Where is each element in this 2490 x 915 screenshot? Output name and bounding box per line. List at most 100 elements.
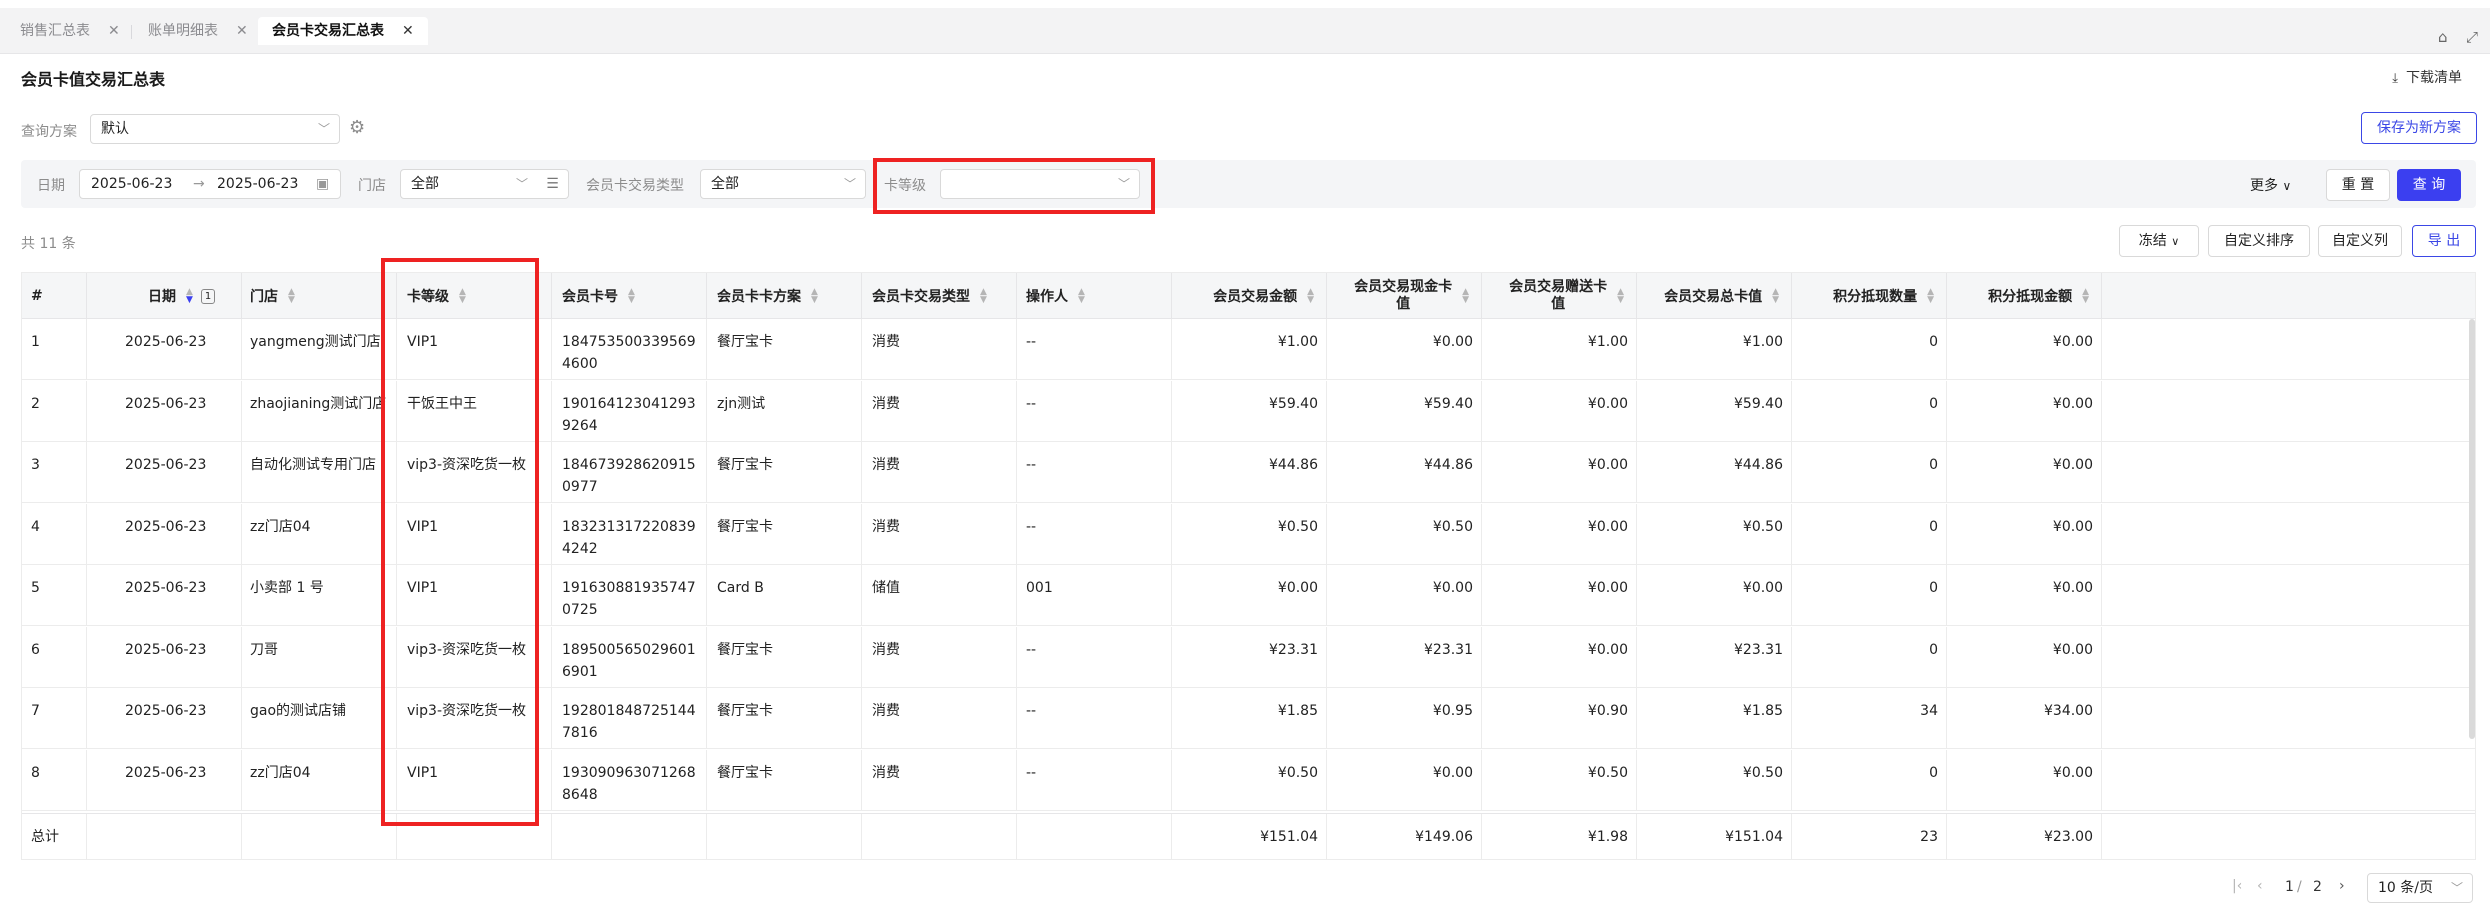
col-total[interactable]: 会员交易总卡值 ▲ ▼ [1637,273,1792,319]
cell-tx-type: 消费 [862,319,1017,380]
cell-points-amount: ¥0.00 [1947,565,2102,626]
col-amount[interactable]: 会员交易金额 ▲ ▼ [1172,273,1327,319]
freeze-button[interactable]: 冻结 ∨ [2119,225,2199,257]
cell-operator: -- [1017,442,1172,503]
total-cell-empty [552,814,707,859]
cell-date: 2025-06-23 [87,565,242,626]
store-select[interactable]: 全部 ﹀ [400,169,538,199]
col-cash[interactable]: 会员交易现金卡值 ▲ ▼ [1327,273,1482,319]
search-button[interactable]: 查 询 [2397,169,2461,201]
cell-points: 0 [1792,503,1947,565]
tab-bill-detail[interactable]: 账单明细表 ✕ [134,17,262,45]
fullscreen-icon[interactable]: ⤢ [2466,28,2478,46]
col-operator[interactable]: 操作人 ▲ ▼ [1017,273,1172,319]
sort-icon[interactable]: ▲ ▼ [1462,288,1469,305]
col-gift-label-line1: 会员交易赠送卡 [1509,279,1608,295]
tx-type-select[interactable]: 全部 ﹀ [700,169,866,199]
col-date-label: 日期 [148,289,176,305]
col-store-label: 门店 [250,289,278,305]
col-tx-type[interactable]: 会员卡交易类型 ▲ ▼ [862,273,1017,319]
sort-icon[interactable]: ▲ ▼ [2082,288,2089,305]
col-plan-label: 会员卡卡方案 [717,289,801,305]
custom-columns-button[interactable]: 自定义列 [2318,225,2402,257]
sort-icon[interactable]: ▲ ▼ [1307,288,1314,305]
sort-icon[interactable]: ▲ ▼ [980,288,987,305]
sort-icon[interactable]: ▲ ▼ [1617,288,1624,305]
cell-card-no: 1930909630712688648 [552,749,707,811]
close-icon[interactable]: ✕ [236,23,248,39]
cell-tx-type: 消费 [862,380,1017,442]
sort-icon[interactable]: ▲ ▼ [288,288,295,305]
cell-date: 2025-06-23 [87,688,242,749]
cell-gift: ¥0.90 [1482,688,1637,749]
prev-page-icon[interactable]: ‹ [2257,878,2263,894]
export-button[interactable]: 导 出 [2412,225,2476,257]
col-gift[interactable]: 会员交易赠送卡值 ▲ ▼ [1482,273,1637,319]
store-value: 全部 [411,176,439,192]
tab-bar: 销售汇总表 ✕ 账单明细表 ✕ 会员卡交易汇总表 ✕ ⌂ ⤢ [0,8,2490,54]
cell-total: ¥0.00 [1637,565,1792,626]
scheme-select[interactable]: 默认 ﹀ [90,114,340,144]
gear-icon[interactable]: ⚙ [349,117,365,138]
col-points[interactable]: 积分抵现数量 ▲ ▼ [1792,273,1947,319]
cell-points-amount: ¥0.00 [1947,442,2102,503]
cell-amount: ¥59.40 [1172,380,1327,442]
page-size-select[interactable]: 10 条/页 ﹀ [2367,873,2473,903]
sort-icon[interactable]: ▲ ▼ [1772,288,1779,305]
tab-sales-summary[interactable]: 销售汇总表 ✕ [6,17,134,45]
chevron-down-icon: ﹀ [515,177,528,191]
sort-icon[interactable]: ▲ ▼ [186,288,193,305]
col-gift-label-line2: 值 [1551,296,1566,312]
col-card-no[interactable]: 会员卡号 ▲ ▼ [552,273,707,319]
more-filters-button[interactable]: 更多 ∨ [2250,175,2291,195]
scheme-value: 默认 [101,121,129,137]
total-total: ¥151.04 [1637,814,1792,859]
tab-member-card-summary[interactable]: 会员卡交易汇总表 ✕ [258,17,428,45]
date-range-picker[interactable]: 2025-06-23 → 2025-06-23 ▣ [79,169,341,199]
close-icon[interactable]: ✕ [402,23,414,39]
total-cell-empty [87,814,242,859]
sort-icon[interactable]: ▲ ▼ [1927,288,1934,305]
tx-type-value: 全部 [711,176,739,192]
first-page-icon[interactable]: |‹ [2232,878,2242,894]
next-page-icon[interactable]: › [2339,878,2345,894]
cell-date: 2025-06-23 [87,319,242,380]
reset-button[interactable]: 重 置 [2326,169,2390,201]
vertical-scrollbar[interactable] [2469,319,2475,739]
home-icon[interactable]: ⌂ [2438,28,2448,46]
cell-points: 0 [1792,565,1947,626]
cell-points: 0 [1792,442,1947,503]
cell-gift: ¥1.00 [1482,319,1637,380]
page-current[interactable]: 1 [2285,879,2294,895]
sort-icon[interactable]: ▲ ▼ [628,288,635,305]
download-list-button[interactable]: ⤓ 下载清单 [2392,67,2462,87]
sort-icon[interactable]: ▲ ▼ [1078,288,1085,305]
custom-sort-button[interactable]: 自定义排序 [2208,225,2310,257]
cell-card-no: 1916308819357470725 [552,565,707,626]
page-sep: / [2297,879,2302,895]
scheme-label: 查询方案 [21,124,77,140]
col-card-no-label: 会员卡号 [562,289,618,305]
cell-points: 0 [1792,626,1947,688]
col-date[interactable]: 日期 ▲ ▼ 1 [87,273,242,319]
cell-operator: -- [1017,503,1172,565]
close-icon[interactable]: ✕ [108,23,120,39]
save-new-scheme-button[interactable]: 保存为新方案 [2361,112,2477,144]
cell-cash: ¥0.00 [1327,565,1482,626]
range-arrow-icon: → [193,176,205,192]
cell-gift: ¥0.50 [1482,749,1637,811]
cell-tx-type: 消费 [862,503,1017,565]
filter-settings-icon[interactable]: ☰ [537,169,569,199]
cell-store: zz门店04 [242,749,397,811]
col-points-amount[interactable]: 积分抵现金额 ▲ ▼ [1947,273,2102,319]
cell-points: 0 [1792,380,1947,442]
cell-store: 自动化测试专用门店 [242,442,397,503]
total-cash: ¥149.06 [1327,814,1482,859]
cell-total: ¥1.00 [1637,319,1792,380]
sort-icon[interactable]: ▲ ▼ [811,288,818,305]
col-plan[interactable]: 会员卡卡方案 ▲ ▼ [707,273,862,319]
cell-plan: Card B [707,565,862,626]
cell-index: 3 [22,442,87,503]
cell-cash: ¥0.50 [1327,503,1482,565]
col-store[interactable]: 门店 ▲ ▼ [242,273,397,319]
